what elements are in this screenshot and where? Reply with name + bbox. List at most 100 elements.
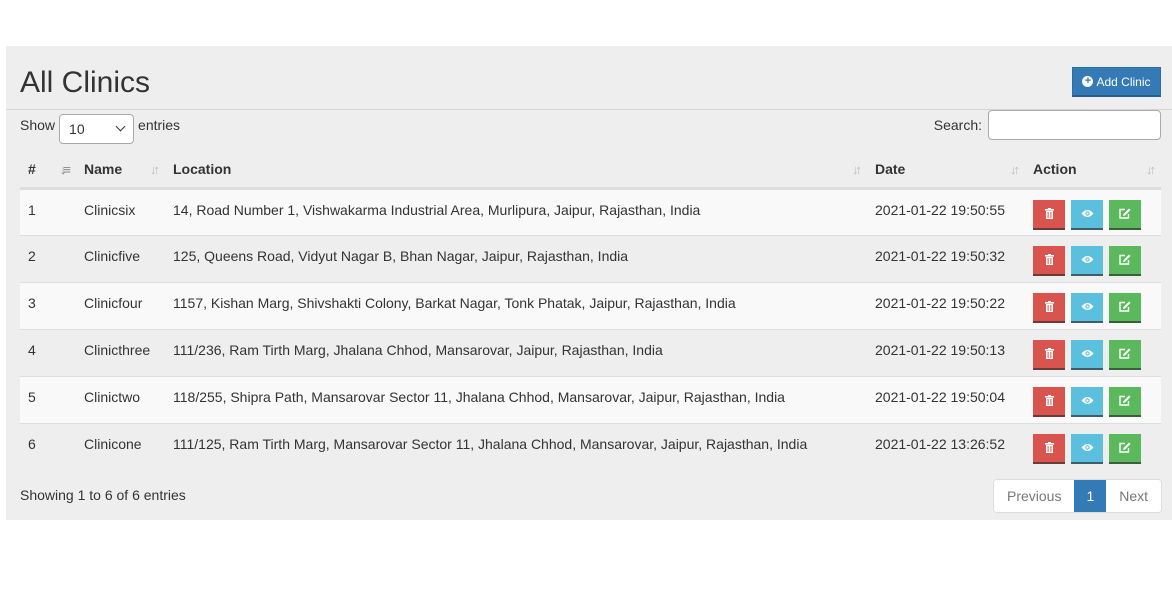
edit-button[interactable] (1109, 386, 1141, 417)
sort-icon: ↓↑ (1010, 162, 1020, 177)
cell-date: 2021-01-22 19:50:13 (867, 328, 1025, 376)
cell-id: 2 (20, 234, 76, 282)
page-header: All Clinics + Add Clinic (6, 46, 1172, 110)
cell-date: 2021-01-22 19:50:22 (867, 281, 1025, 329)
edit-icon (1119, 395, 1131, 406)
eye-icon (1081, 303, 1093, 310)
add-clinic-button[interactable]: + Add Clinic (1072, 67, 1161, 97)
cell-name: Clinicfive (76, 234, 165, 282)
previous-page-button[interactable]: Previous (994, 480, 1075, 512)
sort-ascending-icon: ↓≡ (59, 162, 71, 177)
search-label: Search: (933, 117, 982, 133)
delete-button[interactable] (1033, 292, 1065, 323)
edit-button[interactable] (1109, 433, 1141, 464)
cell-location: 118/255, Shipra Path, Mansarovar Sector … (165, 375, 867, 423)
view-button[interactable] (1071, 433, 1103, 464)
entries-per-page-value: 10 (69, 121, 85, 137)
cell-actions (1025, 422, 1161, 470)
edit-icon (1119, 301, 1131, 312)
sort-icon: ↓↑ (1146, 162, 1156, 177)
cell-name: Clinicone (76, 422, 165, 470)
eye-icon (1081, 397, 1093, 404)
table-row: 2 Clinicfive 125, Queens Road, Vidyut Na… (20, 234, 1161, 282)
table-row: 4 Clinicthree 111/236, Ram Tirth Marg, J… (20, 328, 1161, 376)
cell-name: Clinictwo (76, 375, 165, 423)
view-button[interactable] (1071, 199, 1103, 230)
pagination: Previous 1 Next (993, 479, 1163, 513)
chevron-down-icon (115, 121, 126, 132)
column-header-id[interactable]: # ↓≡ (20, 150, 76, 190)
search-input[interactable] (988, 110, 1161, 140)
cell-date: 2021-01-22 13:26:52 (867, 422, 1025, 470)
view-button[interactable] (1071, 292, 1103, 323)
cell-actions (1025, 328, 1161, 376)
column-header-action[interactable]: Action ↓↑ (1025, 150, 1161, 190)
cell-location: 111/236, Ram Tirth Marg, Jhalana Chhod, … (165, 328, 867, 376)
eye-icon (1081, 256, 1093, 263)
view-button[interactable] (1071, 339, 1103, 370)
table-row: 5 Clinictwo 118/255, Shipra Path, Mansar… (20, 375, 1161, 423)
cell-actions (1025, 375, 1161, 423)
eye-icon (1081, 444, 1093, 451)
column-header-location[interactable]: Location ↓↑ (165, 150, 867, 190)
cell-actions (1025, 281, 1161, 329)
table-header-row: # ↓≡ Name ↓↑ Location ↓↑ Date ↓↑ Action (20, 150, 1161, 190)
trash-icon (1044, 208, 1054, 219)
table-info: Showing 1 to 6 of 6 entries (20, 487, 186, 503)
edit-icon (1119, 208, 1131, 219)
cell-id: 3 (20, 281, 76, 329)
entries-per-page-select[interactable]: 10 (59, 114, 135, 144)
entries-label: entries (138, 117, 181, 133)
clinics-panel: All Clinics + Add Clinic Show 10 entries… (6, 46, 1172, 520)
view-button[interactable] (1071, 245, 1103, 276)
delete-button[interactable] (1033, 386, 1065, 417)
edit-button[interactable] (1109, 339, 1141, 370)
cell-name: Clinicsix (76, 188, 165, 235)
column-header-name[interactable]: Name ↓↑ (76, 150, 165, 190)
delete-button[interactable] (1033, 245, 1065, 276)
cell-actions (1025, 234, 1161, 282)
trash-icon (1044, 254, 1054, 265)
delete-button[interactable] (1033, 339, 1065, 370)
next-page-button[interactable]: Next (1106, 480, 1162, 512)
edit-icon (1119, 254, 1131, 265)
plus-circle-icon: + (1082, 76, 1094, 87)
trash-icon (1044, 348, 1054, 359)
page-1-button[interactable]: 1 (1074, 480, 1107, 512)
page-title: All Clinics (20, 66, 151, 99)
sort-icon: ↓↑ (852, 162, 862, 177)
eye-icon (1081, 350, 1093, 357)
edit-button[interactable] (1109, 199, 1141, 230)
cell-id: 4 (20, 328, 76, 376)
cell-id: 6 (20, 422, 76, 470)
cell-id: 5 (20, 375, 76, 423)
edit-icon (1119, 348, 1131, 359)
delete-button[interactable] (1033, 199, 1065, 230)
view-button[interactable] (1071, 386, 1103, 417)
cell-date: 2021-01-22 19:50:32 (867, 234, 1025, 282)
table-row: 6 Clinicone 111/125, Ram Tirth Marg, Man… (20, 422, 1161, 470)
cell-date: 2021-01-22 19:50:04 (867, 375, 1025, 423)
table-row: 3 Clinicfour 1157, Kishan Marg, Shivshak… (20, 281, 1161, 329)
cell-actions (1025, 188, 1161, 235)
cell-location: 14, Road Number 1, Vishwakarma Industria… (165, 188, 867, 235)
delete-button[interactable] (1033, 433, 1065, 464)
trash-icon (1044, 395, 1054, 406)
cell-location: 1157, Kishan Marg, Shivshakti Colony, Ba… (165, 281, 867, 329)
edit-button[interactable] (1109, 292, 1141, 323)
trash-icon (1044, 442, 1054, 453)
cell-location: 125, Queens Road, Vidyut Nagar B, Bhan N… (165, 234, 867, 282)
edit-button[interactable] (1109, 245, 1141, 276)
cell-date: 2021-01-22 19:50:55 (867, 188, 1025, 235)
cell-name: Clinicfour (76, 281, 165, 329)
search-control: Search: (934, 110, 1161, 140)
add-clinic-label: Add Clinic (1096, 74, 1151, 89)
eye-icon (1081, 210, 1093, 217)
trash-icon (1044, 301, 1054, 312)
sort-icon: ↓↑ (150, 162, 160, 177)
table-row: 1 Clinicsix 14, Road Number 1, Vishwakar… (20, 188, 1161, 235)
cell-location: 111/125, Ram Tirth Marg, Mansarovar Sect… (165, 422, 867, 470)
column-header-date[interactable]: Date ↓↑ (867, 150, 1025, 190)
clinics-table: # ↓≡ Name ↓↑ Location ↓↑ Date ↓↑ Action (20, 150, 1161, 470)
cell-name: Clinicthree (76, 328, 165, 376)
